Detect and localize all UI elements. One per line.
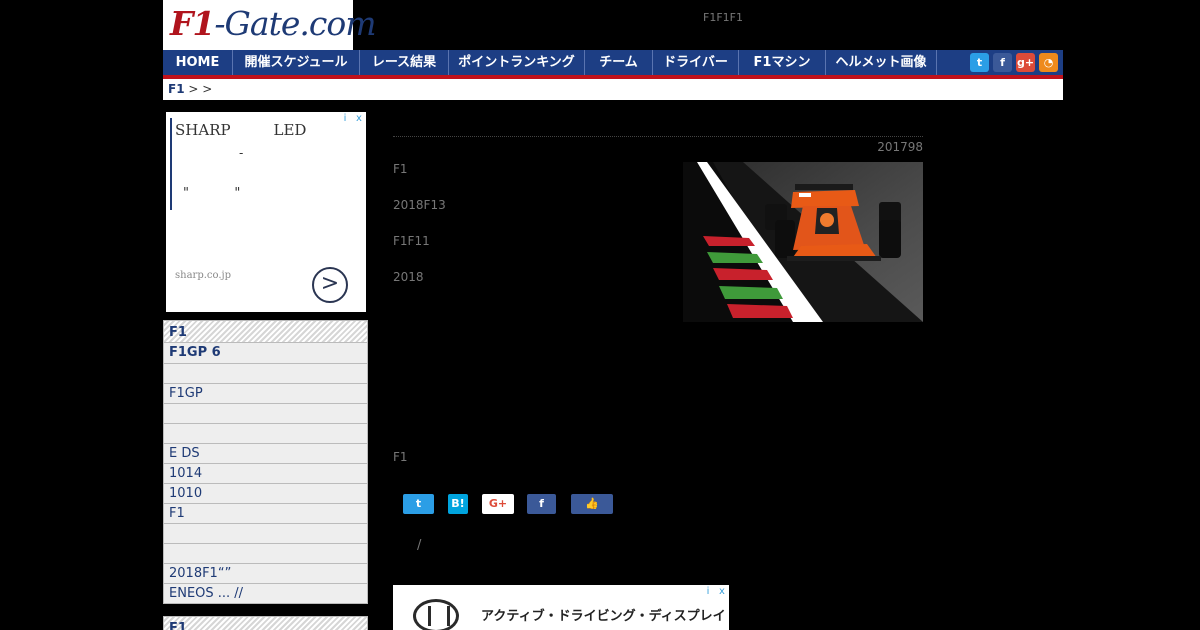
nav-f1-machine[interactable]: F1マシン xyxy=(739,50,826,75)
ad-info-icon[interactable]: i xyxy=(701,585,715,599)
nav-helmet-images[interactable]: ヘルメット画像 xyxy=(826,50,937,75)
list-item[interactable]: 1010 xyxy=(163,484,368,504)
list-item[interactable] xyxy=(163,544,368,564)
list-item[interactable]: E DS xyxy=(163,444,368,464)
article-date: 201798 xyxy=(877,140,923,154)
facebook-share-icon[interactable]: f xyxy=(527,494,556,514)
breadcrumb-trail: > > xyxy=(188,82,213,96)
ad-controls: i x xyxy=(701,585,729,599)
nav-schedule[interactable]: 開催スケジュール xyxy=(233,50,360,75)
sidebar-news-list: F1 F1GP 6 F1GP E DS 1014 1010 F1 2018F1“… xyxy=(163,320,368,604)
rss-icon[interactable]: ◔ xyxy=(1039,53,1058,72)
nav-home[interactable]: HOME xyxy=(163,50,233,75)
logo-f1: F1 xyxy=(170,4,215,43)
list-item[interactable]: F1GP xyxy=(163,384,368,404)
bottom-ad[interactable]: i x アクティブ・ドライビング・ディスプレイ xyxy=(393,585,729,630)
ad-quote: " " xyxy=(183,186,241,201)
logo-text: F1-Gate.com xyxy=(170,4,377,43)
article-paragraph: F1 xyxy=(393,162,408,176)
hatena-share-icon[interactable]: B! xyxy=(448,494,468,514)
article-closing: F1 xyxy=(393,450,408,464)
site-logo[interactable]: F1-Gate.com xyxy=(163,0,377,50)
social-links: t f g+ ◔ xyxy=(970,53,1058,72)
list-item[interactable]: ENEOS ... // xyxy=(163,584,368,604)
logo-rest: -Gate.com xyxy=(214,4,376,43)
list-item[interactable] xyxy=(163,364,368,384)
nav-point-ranking[interactable]: ポイントランキング xyxy=(449,50,585,75)
sidebar-ad[interactable]: i x SHARP LED - " " sharp.co.jp > xyxy=(166,112,366,312)
ad-subline: - xyxy=(239,146,244,160)
page: F1-Gate.com F1F1F1 HOME 開催スケジュール レース結果 ポ… xyxy=(0,0,1200,630)
nav-team[interactable]: チーム xyxy=(585,50,653,75)
facebook-icon[interactable]: f xyxy=(993,53,1012,72)
twitter-icon[interactable]: t xyxy=(970,53,989,72)
google-plus-share-icon[interactable]: G+ xyxy=(482,494,514,514)
nav-driver[interactable]: ドライバー xyxy=(653,50,739,75)
mazda-logo-icon xyxy=(413,599,459,630)
breadcrumb: F1 > > xyxy=(163,79,1063,100)
article-separator: / xyxy=(417,538,422,553)
ad-domain: sharp.co.jp xyxy=(175,270,232,281)
ad-close-icon[interactable]: x xyxy=(352,112,366,126)
article-paragraph: F1F11 xyxy=(393,234,430,248)
ad-info-icon[interactable]: i xyxy=(338,112,352,126)
article-divider xyxy=(393,136,923,137)
google-plus-icon[interactable]: g+ xyxy=(1016,53,1035,72)
sidebar-heading: F1 xyxy=(163,320,368,343)
list-item[interactable] xyxy=(163,424,368,444)
ad-accent-bar xyxy=(170,118,172,210)
header-tagline: F1F1F1 xyxy=(703,11,743,24)
list-item[interactable]: 2018F1“” xyxy=(163,564,368,584)
like-share-icon[interactable]: 👍 xyxy=(571,494,613,514)
list-item[interactable]: 1014 xyxy=(163,464,368,484)
ad-close-icon[interactable]: x xyxy=(715,585,729,599)
article-paragraph: 2018F13 xyxy=(393,198,446,212)
ad-headline: SHARP LED xyxy=(175,121,307,139)
sidebar-heading-2: F1 xyxy=(163,616,368,630)
list-item[interactable] xyxy=(163,404,368,424)
article-photo-f1-car xyxy=(683,162,923,322)
ad-text: アクティブ・ドライビング・ディスプレイ xyxy=(481,609,726,624)
ad-controls: i x xyxy=(338,112,366,126)
ad-arrow-button[interactable]: > xyxy=(312,267,348,303)
main-nav: HOME 開催スケジュール レース結果 ポイントランキング チーム ドライバー … xyxy=(163,50,1063,75)
article-paragraph: 2018 xyxy=(393,270,424,284)
breadcrumb-home[interactable]: F1 xyxy=(168,82,185,96)
list-item[interactable]: F1 xyxy=(163,504,368,524)
twitter-share-icon[interactable]: t xyxy=(403,494,434,514)
list-item[interactable] xyxy=(163,524,368,544)
list-item[interactable]: F1GP 6 xyxy=(163,343,368,364)
nav-race-results[interactable]: レース結果 xyxy=(360,50,449,75)
